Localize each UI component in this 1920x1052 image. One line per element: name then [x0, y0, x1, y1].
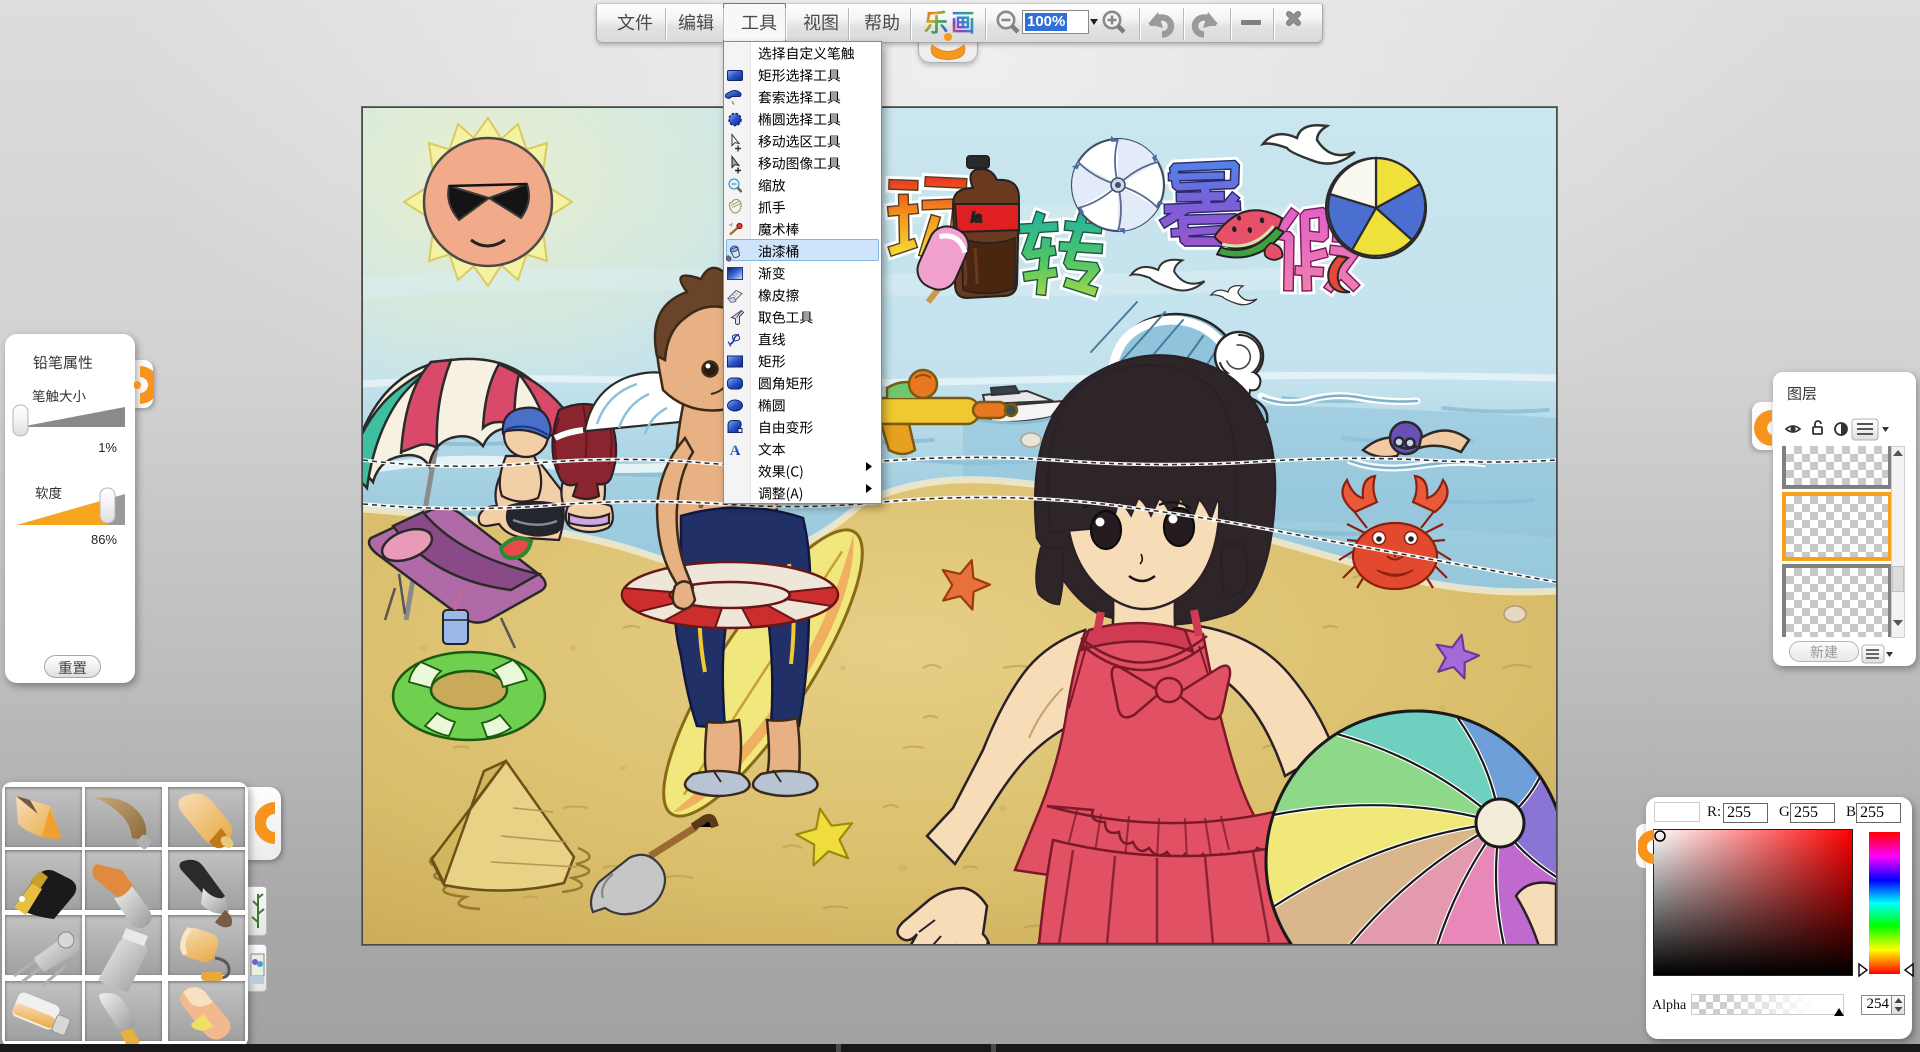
svg-text:la: la: [971, 209, 982, 225]
